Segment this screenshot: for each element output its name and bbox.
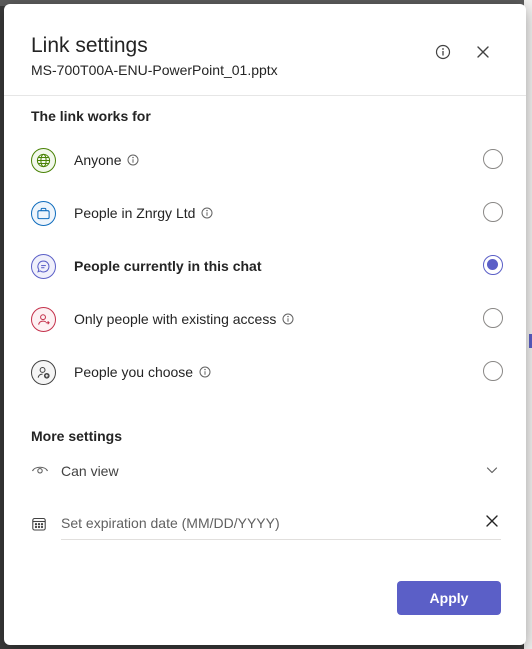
header-divider [4,95,526,96]
chevron-down-icon [485,463,499,482]
file-name: MS-700T00A-ENU-PowerPoint_01.pptx [31,62,278,78]
link-settings-dialog: Link settings MS-700T00A-ENU-PowerPoint_… [4,4,526,645]
close-icon [485,515,499,532]
option-existing-access-label: Only people with existing access [74,311,277,327]
more-settings-heading: More settings [31,428,123,444]
option-people-in-org[interactable]: People in Znrgy Ltd [31,193,503,233]
option-people-in-org-label: People in Znrgy Ltd [74,205,196,221]
clear-date-button[interactable] [485,514,499,533]
info-icon[interactable] [199,366,211,378]
expiration-date-field [61,508,501,540]
person-add-icon [31,359,56,385]
radio-anyone[interactable] [483,149,503,169]
close-icon [476,45,490,64]
permission-value: Can view [61,463,119,479]
option-existing-access[interactable]: Only people with existing access [31,299,503,339]
radio-people-you-choose[interactable] [483,361,503,381]
calendar-icon [31,516,47,537]
option-people-in-chat[interactable]: People currently in this chat [31,246,503,286]
link-works-for-heading: The link works for [31,108,151,124]
option-people-you-choose-label: People you choose [74,364,194,380]
expiration-date-input[interactable] [61,508,461,538]
option-people-you-choose[interactable]: People you choose [31,352,503,392]
permission-dropdown[interactable]: Can view [31,459,501,483]
dialog-title: Link settings [31,34,148,57]
chat-icon [31,253,56,279]
apply-button[interactable]: Apply [397,581,501,615]
info-icon[interactable] [201,207,213,219]
radio-people-in-org[interactable] [483,202,503,222]
info-button[interactable] [431,42,455,66]
info-icon[interactable] [127,154,139,166]
close-button[interactable] [471,42,495,66]
briefcase-icon [31,200,56,226]
option-people-in-chat-label: People currently in this chat [74,258,262,274]
info-icon [435,44,451,65]
option-anyone[interactable]: Anyone [31,140,503,180]
radio-people-in-chat[interactable] [483,255,503,275]
info-icon[interactable] [282,313,294,325]
radio-existing-access[interactable] [483,308,503,328]
option-anyone-label: Anyone [74,152,122,168]
person-arrow-icon [31,306,56,332]
globe-icon [31,147,56,173]
eye-icon [31,462,49,480]
